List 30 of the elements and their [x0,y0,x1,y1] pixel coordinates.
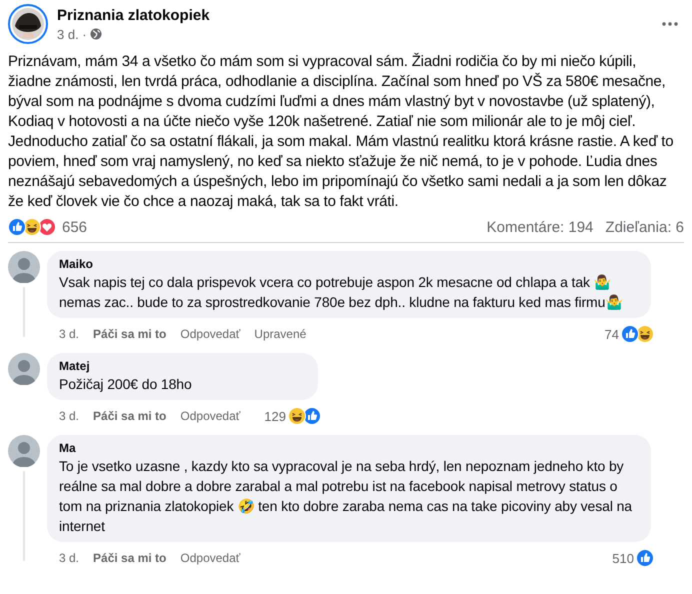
like-link[interactable]: Páči sa mi to [93,551,166,565]
page-avatar[interactable] [8,4,48,44]
reaction-count[interactable]: 656 [62,218,88,236]
commenter-avatar[interactable] [8,251,40,283]
like-link[interactable]: Páči sa mi to [93,409,166,423]
edited-label: Upravené [254,327,306,341]
comment-time[interactable]: 3 d. [59,327,80,341]
comments-count[interactable]: Komentáre: 194 [486,218,594,236]
post-time[interactable]: 3 d. · [57,26,87,42]
commenter-name[interactable]: Maiko [59,257,639,271]
reaction-count[interactable]: 74 [604,326,619,342]
comment-text: To je vsetko uzasne , kazdy kto sa vypracoval je na seba hrdý, len nepoznam jedneho kto by reálne sa mal dobre a dobre zarabal a mal potrebu ist na facebook napisal metrovy status o tom na priznania zlatokopiek 🤣 ten kto dobre zaraba nema cas na take picoviny aby vesal na internet [59,457,633,536]
comment-text: Požičaj 200€ do 18ho [59,375,193,394]
commenter-avatar[interactable] [8,353,40,385]
commenter-name[interactable]: Ma [59,441,639,455]
comment-time[interactable]: 3 d. [59,409,80,423]
reaction-count[interactable]: 129 [264,408,286,424]
post-text: Priznávam, mám 34 a všetko čo mám som si vypracoval sám. Žiadni rodičia čo by mi niečo kúpili, žiadne známosti, len tvrdá práca, odhodlanie a disciplína. Začínal som hneď po VŠ za 580€ mesačne, býval som na podnájme s dvoma cudzími ľuďmi a dnes mám vlastný byt v novostavbe (už splatený), Kodiaq v hotovosti a na účte niečo vyše 120k našetrené. Zatiaľ nie som milionár ale to je môj cieľ. Jednoducho zatiaľ čo sa ostatní flákali, ja som makal. Mám vlastnú realitku ktorá krásne rastie. A keď to poviem, hneď som vraj namyslený, no keď sa niekto sťažuje že nič nemá, to je v pohode. Ľudia dnes neznášajú sebavedomých a úspešných, lebo im pripomínajú čo všetko sami nedali a ja som len dôkaz že keď človek vie čo chce a naozaj maká, tak sa to fakt vráti. [8,52,674,212]
commenter-name[interactable]: Matej [59,359,306,373]
reply-link[interactable]: Odpovedať [180,327,240,341]
shares-count[interactable]: Zdieľania: 6 [605,218,684,236]
like-link[interactable]: Páči sa mi to [93,327,166,341]
more-options-icon[interactable] [662,22,678,26]
page-name[interactable]: Priznania zlatokopiek [57,6,653,24]
comment-text: Vsak napis tej co dala prispevok vcera co potrebuje aspon 2k mesacne od chlapa a tak 🤷‍♂ nemas zac.. bude to za sprostredkovanie 780e bez dph.. kludne na fakturu ked mas firmu🤷‍♂ [59,273,624,312]
reply-link[interactable]: Odpovedať [180,409,240,423]
reply-link[interactable]: Odpovedať [180,551,240,565]
reaction-count[interactable]: 510 [612,550,634,566]
comment-time[interactable]: 3 d. [59,551,80,565]
commenter-avatar[interactable] [8,435,40,467]
